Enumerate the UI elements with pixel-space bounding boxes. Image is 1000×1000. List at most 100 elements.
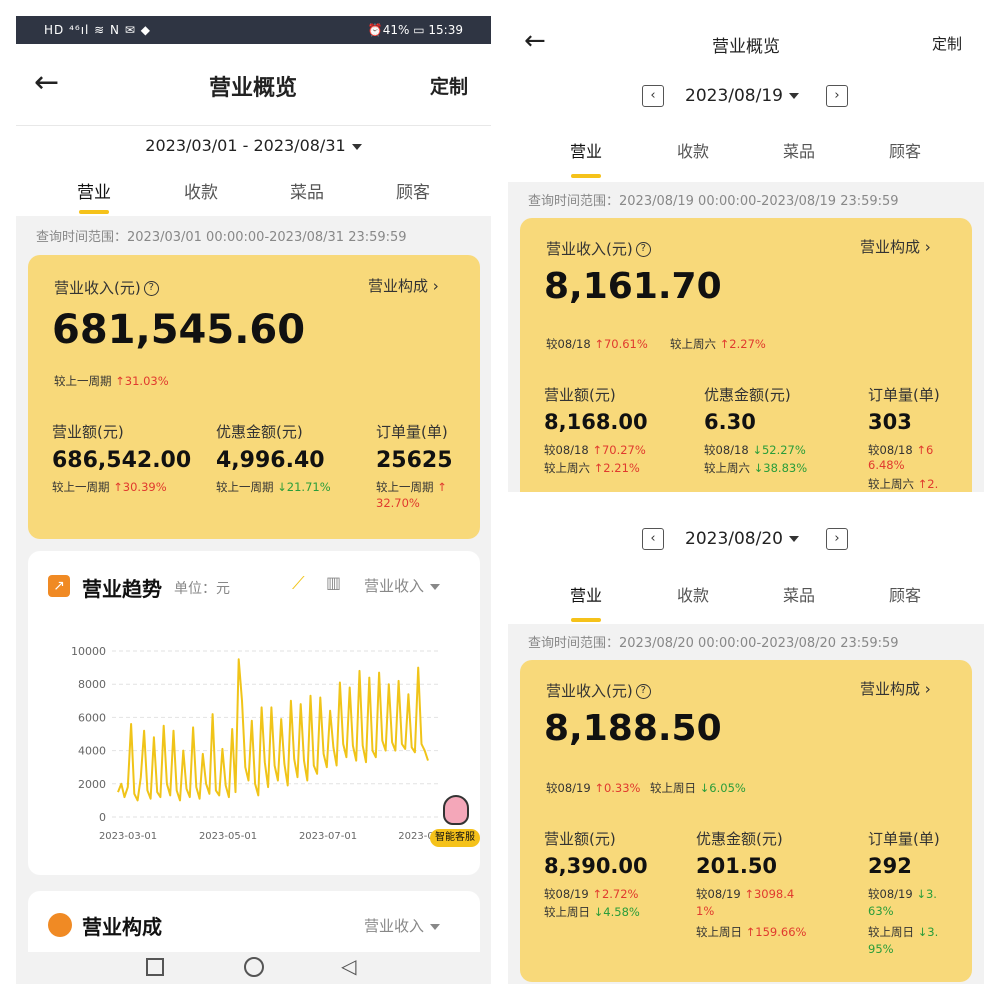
back-arrow-icon[interactable]: ← <box>524 26 546 56</box>
trend-chart-icon: ↗ <box>48 575 70 597</box>
metric-compare-label: 较上周六 <box>868 477 914 491</box>
metric-compare: 较上一周期 ↑30.39% <box>52 479 167 495</box>
metric-compare: 较上周日 ↑159.66% <box>696 924 806 940</box>
metric-compare-value: 32.70% <box>376 496 420 510</box>
breakdown-link[interactable]: 营业构成 › <box>368 275 439 296</box>
tab-customers[interactable]: 顾客 <box>865 582 945 606</box>
tab-payments[interactable]: 收款 <box>161 178 241 203</box>
metric-value: 4,996.40 <box>216 448 325 473</box>
up-arrow-icon: ↑ <box>917 477 928 491</box>
metric-value: 8,168.00 <box>544 410 648 434</box>
tab-dishes[interactable]: 菜品 <box>267 178 347 203</box>
y-tick-label: 10000 <box>71 645 106 658</box>
metric-value: 292 <box>868 854 912 878</box>
date-selector[interactable]: 2023/08/19 <box>685 86 799 106</box>
revenue-label-text: 营业收入(元) <box>54 279 141 297</box>
trend-metric-select[interactable]: 营业收入 <box>364 575 441 596</box>
next-day-button[interactable]: › <box>826 85 848 107</box>
help-icon[interactable]: ? <box>635 684 651 699</box>
revenue-compare: 较上周日 ↓6.05% <box>650 780 746 796</box>
dropdown-triangle-icon <box>351 143 362 150</box>
metric-compare: 较上周日 ↓4.58% <box>544 904 640 920</box>
metric-label: 营业额(元) <box>544 830 616 848</box>
tab-business[interactable]: 营业 <box>546 582 626 606</box>
recent-apps-icon[interactable] <box>146 958 164 976</box>
metric-label: 订单量(单) <box>868 386 940 404</box>
down-arrow-icon: ↓ <box>917 925 928 939</box>
breakdown-link[interactable]: 营业构成 › <box>860 678 931 699</box>
line-chart-toggle-icon[interactable]: ⟋ <box>292 573 305 594</box>
home-icon[interactable] <box>244 957 264 977</box>
customize-button[interactable]: 定制 <box>932 33 962 54</box>
metric-compare-value: 6.48% <box>868 458 905 472</box>
tab-customers[interactable]: 顾客 <box>373 178 453 203</box>
back-arrow-icon[interactable]: ← <box>34 68 59 98</box>
metric-compare-value: 2.72% <box>601 887 639 901</box>
customize-button[interactable]: 定制 <box>430 72 468 99</box>
metric-compare: 较上周六 ↓38.83% <box>704 460 807 476</box>
revenue-label: 营业收入(元)? <box>54 277 159 298</box>
down-arrow-icon: ↓ <box>699 781 710 795</box>
date-range-selector[interactable]: 2023/03/01 - 2023/08/31 <box>16 126 491 170</box>
breakdown-link[interactable]: 营业构成 › <box>860 236 931 257</box>
compare-value: 0.33% <box>603 781 641 795</box>
up-arrow-icon: ↑ <box>594 781 604 795</box>
metric-compare: 较08/18 ↑6 <box>868 442 933 458</box>
compare-value: 2.27% <box>729 337 766 351</box>
metric-compare: 较08/19 ↑2.72% <box>544 886 639 902</box>
help-icon[interactable]: ? <box>635 242 651 257</box>
tab-customers[interactable]: 顾客 <box>865 138 945 162</box>
up-arrow-icon: ↑ <box>719 337 730 351</box>
status-left-icons: HD ⁴⁶ıl ≋ N ✉ ◆ <box>44 23 151 37</box>
metric-compare-value: 52.27% <box>761 443 806 457</box>
metric-compare-value: 159.66% <box>755 925 807 939</box>
metric-compare-value: 1% <box>696 904 715 918</box>
tab-active-indicator <box>79 210 109 214</box>
revenue-compare: 较上周六 ↑2.27% <box>670 336 766 352</box>
nav-bar: ← 营业概览 定制 <box>16 44 491 126</box>
metric-compare-value: 4.58% <box>603 905 640 919</box>
metric-compare-value: 21.71% <box>286 480 331 494</box>
metric-value: 686,542.00 <box>52 448 192 473</box>
query-range-text: 查询时间范围：2023/08/20 00:00:00-2023/08/20 23… <box>528 636 899 651</box>
metric-compare: 较08/18 ↑70.27% <box>544 442 646 458</box>
assistant-widget[interactable]: 智能客服 <box>430 795 480 853</box>
trend-unit: 单位：元 <box>174 581 230 597</box>
trend-card: ↗ 营业趋势 单位：元 ⟋ ▥ 营业收入 10000 8000 6000 4000 20… <box>28 551 480 875</box>
metric-label: 订单量(单) <box>868 830 940 848</box>
metric-label: 营业额(元) <box>544 386 616 404</box>
up-arrow-icon: ↑ <box>916 443 926 457</box>
composition-metric-select[interactable]: 营业收入 <box>364 915 441 936</box>
metric-compare-value: 3. <box>927 925 939 939</box>
tab-business[interactable]: 营业 <box>54 178 134 203</box>
help-icon[interactable]: ? <box>143 281 159 296</box>
compare-label: 较08/18 <box>546 337 591 351</box>
metric-compare-value: 6 <box>925 443 934 457</box>
x-tick-label: 2023-07-01 <box>299 831 357 842</box>
down-arrow-icon: ↓ <box>916 887 926 901</box>
trend-metric-select-text: 营业收入 <box>364 577 425 595</box>
dropdown-triangle-icon <box>430 923 441 930</box>
breakdown-link-text: 营业构成 <box>368 277 429 295</box>
tab-dishes[interactable]: 菜品 <box>759 582 839 606</box>
bar-chart-toggle-icon[interactable]: ▥ <box>326 573 341 592</box>
metric-compare: 较上周六 ↑2.21% <box>544 460 640 476</box>
metric-compare: 较上一周期 ↓21.71% <box>216 479 331 495</box>
metric-compare: 较08/19 ↑3098.4 <box>696 886 794 902</box>
tab-business[interactable]: 营业 <box>546 138 626 162</box>
tab-payments[interactable]: 收款 <box>653 138 733 162</box>
metric-compare-label: 较上周日 <box>868 925 914 939</box>
prev-day-button[interactable]: ‹ <box>642 528 664 550</box>
back-nav-icon[interactable]: ◁ <box>341 954 356 978</box>
metric-compare-value: 30.39% <box>122 480 167 494</box>
metric-value: 6.30 <box>704 410 756 434</box>
tab-active-indicator <box>571 618 601 622</box>
prev-day-button[interactable]: ‹ <box>642 85 664 107</box>
trend-line-chart: 10000 8000 6000 4000 2000 0 2023-03-01 2023-05-… <box>71 645 438 842</box>
date-range-text: 2023/03/01 - 2023/08/31 <box>145 136 346 155</box>
tab-payments[interactable]: 收款 <box>653 582 733 606</box>
next-day-button[interactable]: › <box>826 528 848 550</box>
tab-dishes[interactable]: 菜品 <box>759 138 839 162</box>
date-selector[interactable]: 2023/08/20 <box>685 529 799 549</box>
up-arrow-icon: ↑ <box>437 480 447 494</box>
